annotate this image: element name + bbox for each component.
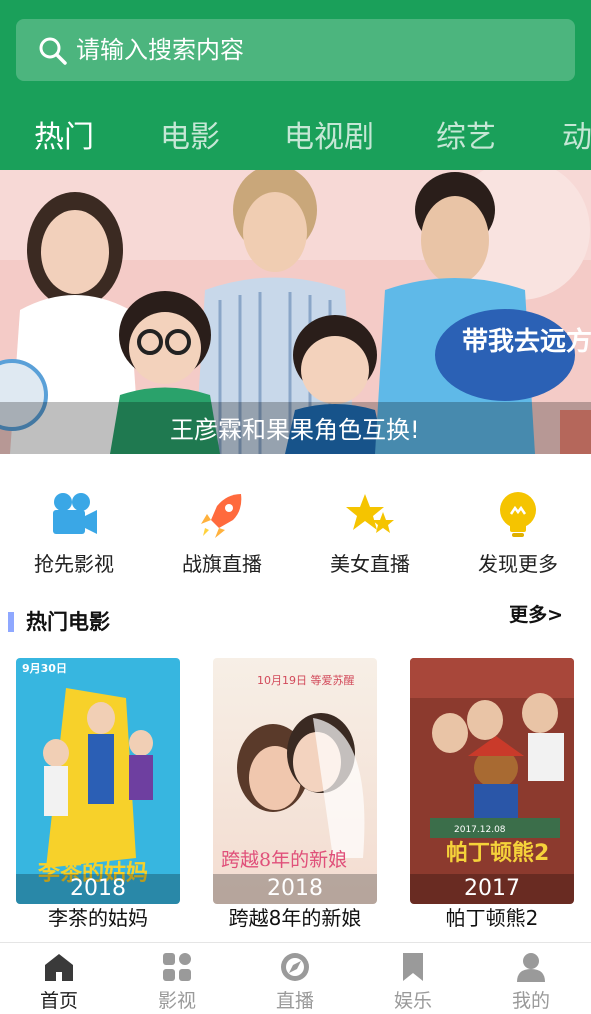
tab-movie[interactable]: 电影	[160, 112, 220, 164]
nav-entertainment[interactable]: 娱乐	[354, 943, 472, 1014]
nav-label: 直播	[275, 990, 314, 1012]
user-icon	[517, 953, 545, 982]
movie-poster: 2017.12.08 帕丁顿熊2 2017	[410, 658, 574, 904]
quick-entries: 抢先影视 战旗直播 美女直播 发现更多	[0, 454, 591, 602]
quick-label: 美女直播	[330, 552, 410, 576]
nav-label: 娱乐	[393, 990, 432, 1012]
banner-carousel[interactable]: 带我去远方 王彦霖和果果角色互换!	[0, 170, 591, 454]
tab-variety[interactable]: 综艺	[436, 112, 496, 164]
quick-label: 战旗直播	[182, 552, 262, 576]
section-header: 热门电影 更多>	[0, 600, 591, 644]
compass-icon	[281, 953, 309, 981]
top-header: 请输入搜索内容 热门 电影 电视剧 综艺 动	[0, 0, 591, 170]
nav-label: 影视	[157, 990, 196, 1012]
movie-poster: 10月19日 等爱苏醒 跨越8年的新娘 2018	[213, 658, 377, 904]
bookmark-icon	[403, 953, 423, 981]
nav-video[interactable]: 影视	[118, 943, 236, 1014]
movie-card[interactable]: 10月19日 等爱苏醒 跨越8年的新娘 2018 跨越8年的新娘	[213, 658, 377, 938]
movie-year: 2018	[16, 874, 180, 904]
search-bar[interactable]: 请输入搜索内容	[16, 19, 575, 81]
movie-title: 李茶的姑妈	[48, 906, 148, 930]
movie-year: 2018	[213, 874, 377, 904]
search-icon	[39, 37, 67, 65]
quick-label: 抢先影视	[34, 552, 114, 576]
section-accent-bar	[8, 612, 14, 632]
quick-item-beauty-live[interactable]: 美女直播	[296, 454, 444, 602]
tab-tv[interactable]: 电视剧	[284, 112, 374, 164]
nav-mine[interactable]: 我的	[472, 943, 590, 1014]
movie-card[interactable]: 2017.12.08 帕丁顿熊2 2017 帕丁顿熊2	[410, 658, 574, 938]
category-tabs: 热门 电影 电视剧 综艺 动	[0, 112, 591, 168]
nav-home[interactable]: 首页	[0, 943, 118, 1014]
poster-date: 9月30日	[22, 662, 67, 675]
movie-title: 帕丁顿熊2	[445, 906, 539, 930]
quick-item-preview[interactable]: 抢先影视	[0, 454, 148, 602]
bulb-icon	[500, 492, 536, 537]
movie-card[interactable]: 9月30日 李茶的姑妈 2018 李茶的姑妈	[16, 658, 180, 938]
banner-caption: 王彦霖和果果角色互换!	[170, 416, 420, 444]
poster-title: 帕丁顿熊2	[446, 840, 549, 866]
nav-live[interactable]: 直播	[236, 943, 354, 1014]
movie-title: 跨越8年的新娘	[228, 906, 362, 930]
poster-date: 10月19日 等爱苏醒	[257, 673, 355, 687]
movie-poster: 9月30日 李茶的姑妈 2018	[16, 658, 180, 904]
more-link[interactable]: 更多>	[509, 600, 563, 630]
rocket-icon	[201, 494, 242, 538]
nav-label: 我的	[511, 990, 550, 1012]
movie-year: 2017	[410, 874, 574, 904]
banner-logo-text: 带我去远方	[462, 326, 591, 357]
quick-item-discover-more[interactable]: 发现更多	[444, 454, 591, 602]
quick-label: 发现更多	[478, 552, 558, 576]
poster-date: 2017.12.08	[454, 825, 506, 835]
tab-hot[interactable]: 热门	[34, 112, 94, 164]
nav-label: 首页	[39, 990, 78, 1012]
tab-anime[interactable]: 动	[562, 112, 591, 164]
search-placeholder: 请输入搜索内容	[76, 36, 244, 64]
quick-item-zhanqi-live[interactable]: 战旗直播	[148, 454, 296, 602]
poster-title: 跨越8年的新娘	[221, 849, 347, 871]
section-title: 热门电影	[26, 610, 110, 634]
camera-icon	[53, 493, 97, 534]
stars-icon	[346, 494, 394, 533]
grid-icon	[163, 953, 191, 981]
home-icon	[45, 954, 73, 981]
bottom-nav: 首页 影视 直播 娱乐 我的	[0, 942, 591, 1014]
banner-caption-bg: 王彦霖和果果角色互换!	[0, 402, 591, 454]
